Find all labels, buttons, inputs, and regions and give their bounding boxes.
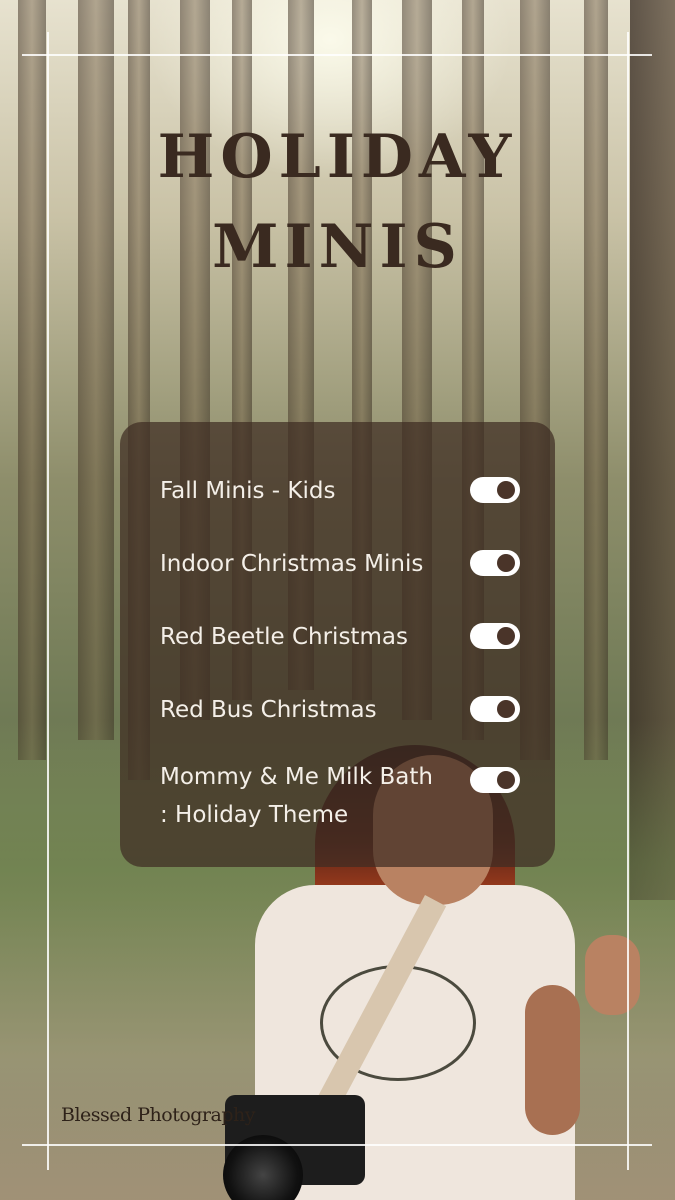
peace-sign-hand <box>585 935 640 1015</box>
page-title-line-1: HOLIDAY <box>157 122 518 192</box>
toggle-switch[interactable] <box>470 696 520 722</box>
arm <box>525 985 580 1135</box>
session-options-panel: Fall Minis - Kids Indoor Christmas Minis… <box>120 422 555 867</box>
tree-trunk <box>78 0 114 740</box>
toggle-switch[interactable] <box>470 623 520 649</box>
toggle-knob <box>497 481 515 499</box>
frame-line-right <box>627 32 629 1170</box>
toggle-switch[interactable] <box>470 767 520 793</box>
session-label: Indoor Christmas Minis <box>160 551 424 577</box>
toggle-switch[interactable] <box>470 550 520 576</box>
frame-line-bottom <box>22 1144 652 1146</box>
page-title-line-2: MINIS <box>212 212 463 282</box>
brand-name: Blessed Photography <box>61 1104 255 1126</box>
toggle-switch[interactable] <box>470 477 520 503</box>
frame-line-left <box>47 32 49 1170</box>
frame-line-top <box>22 54 652 56</box>
session-label: Red Beetle Christmas <box>160 624 408 650</box>
tree-trunk <box>18 0 46 760</box>
toggle-knob <box>497 554 515 572</box>
tree-trunk <box>584 0 608 760</box>
session-label: Fall Minis - Kids <box>160 478 336 504</box>
session-label: Red Bus Christmas <box>160 697 377 723</box>
toggle-knob <box>497 627 515 645</box>
session-label: Mommy & Me Milk Bath : Holiday Theme <box>160 764 433 828</box>
toggle-knob <box>497 771 515 789</box>
toggle-knob <box>497 700 515 718</box>
